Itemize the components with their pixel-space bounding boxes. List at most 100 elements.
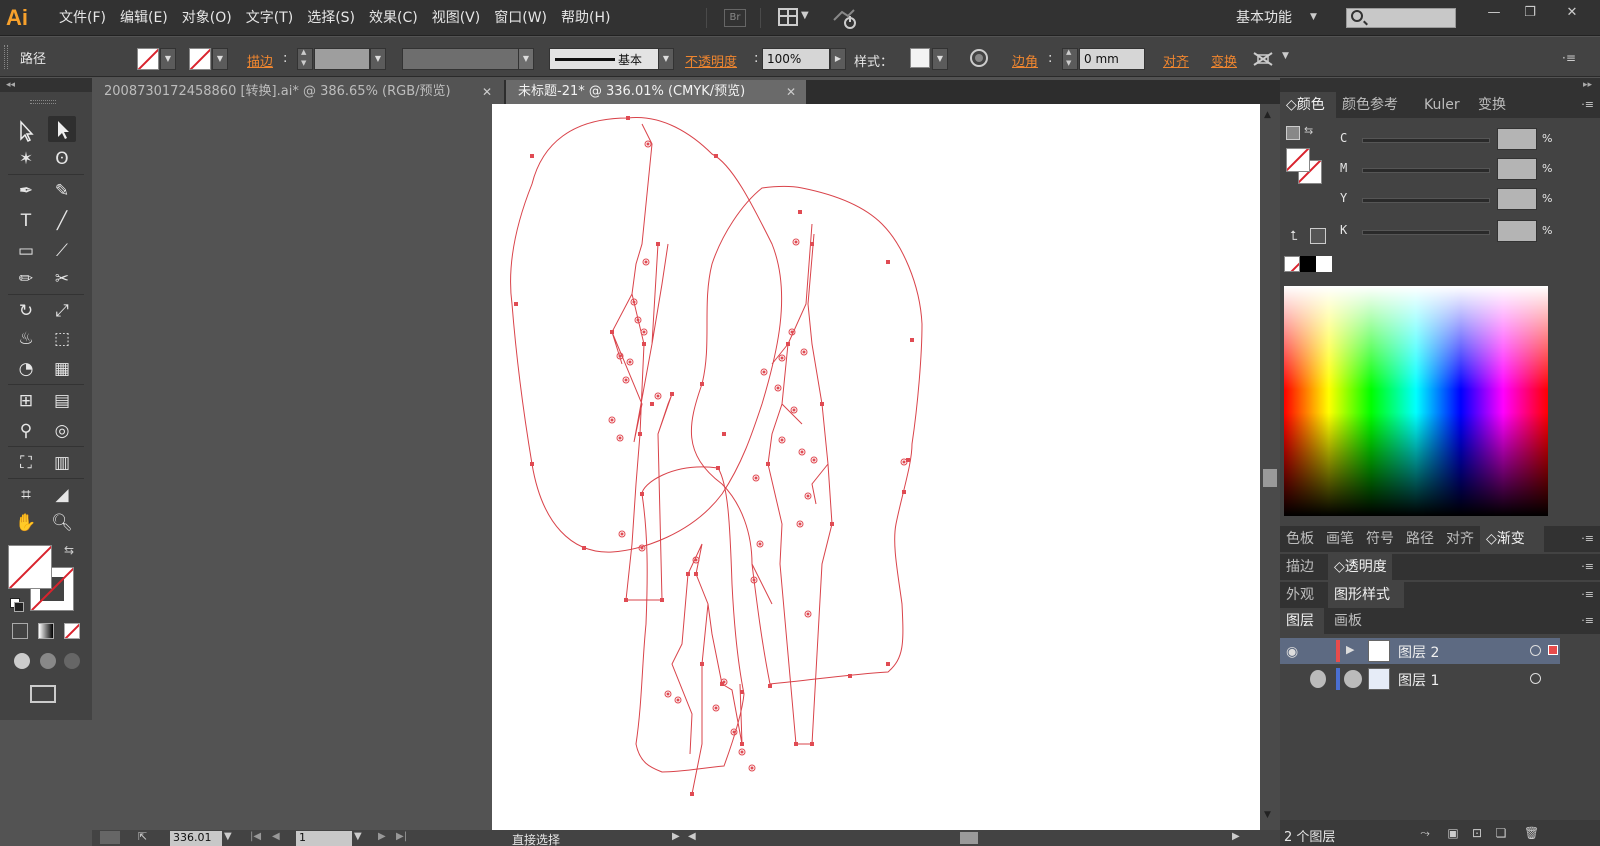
none-color-swatch[interactable] bbox=[1284, 256, 1300, 272]
swap-fill-stroke-icon[interactable]: ⇆ bbox=[1304, 124, 1313, 137]
tab-align[interactable]: 对齐 bbox=[1440, 526, 1474, 552]
tab-symbols[interactable]: 符号 bbox=[1360, 526, 1394, 552]
cyan-value-field[interactable] bbox=[1497, 128, 1537, 150]
blend-tool-icon[interactable]: ◎ bbox=[48, 418, 76, 444]
expand-triangle-icon[interactable] bbox=[1344, 670, 1362, 688]
artboard[interactable] bbox=[492, 104, 1278, 830]
fill-dropdown[interactable]: ▼ bbox=[160, 48, 176, 70]
scissors-tool-icon[interactable]: ✂ bbox=[48, 266, 76, 292]
menu-view[interactable]: 视图(V) bbox=[429, 0, 492, 36]
sync-settings-icon[interactable] bbox=[832, 6, 858, 30]
menu-file[interactable]: 文件(F) bbox=[56, 0, 117, 36]
document-tab-active[interactable]: 未标题-21* @ 336.01% (CMYK/预览) ✕ bbox=[506, 80, 806, 104]
rotate-tool-icon[interactable]: ↻ bbox=[12, 298, 40, 324]
tab-artboards[interactable]: 画板 bbox=[1328, 608, 1362, 634]
visibility-eye-icon[interactable]: ◉ bbox=[1286, 644, 1298, 660]
fill-color-box[interactable] bbox=[8, 545, 52, 589]
gradient-tool-icon[interactable]: ▤ bbox=[48, 388, 76, 414]
previous-artboard-icon[interactable]: ◀ bbox=[272, 831, 280, 842]
black-slider[interactable]: K % bbox=[1340, 220, 1590, 244]
type-tool-icon[interactable]: T bbox=[12, 208, 40, 234]
chevron-down-icon[interactable]: ▼ bbox=[801, 10, 809, 21]
panel-menu-icon[interactable]: ·≡ bbox=[1581, 588, 1594, 601]
anchor-point[interactable] bbox=[714, 154, 718, 158]
next-artboard-icon[interactable]: ▶ bbox=[378, 831, 386, 842]
brush-definition-field[interactable]: 基本 bbox=[549, 48, 659, 70]
zoom-level-field[interactable]: 336.01 bbox=[170, 831, 222, 846]
opacity-dropdown[interactable]: ▶ bbox=[830, 48, 846, 70]
artboard-dropdown-icon[interactable]: ▼ bbox=[354, 831, 362, 842]
magenta-slider[interactable]: M % bbox=[1340, 158, 1590, 182]
tab-transform[interactable]: 变换 bbox=[1472, 92, 1506, 118]
free-transform-tool-icon[interactable]: ⬚ bbox=[48, 326, 76, 352]
web-safe-swatch[interactable] bbox=[1310, 228, 1326, 244]
panel-menu-icon[interactable]: ·≡ bbox=[1562, 51, 1576, 65]
anchor-point[interactable] bbox=[640, 492, 644, 496]
selected-path-artwork[interactable] bbox=[492, 104, 1278, 830]
tab-graphic-styles[interactable]: 图形样式 bbox=[1328, 582, 1404, 608]
hand-tool-icon[interactable]: ✋ bbox=[12, 510, 40, 536]
corner-radius-stepper[interactable] bbox=[1062, 48, 1078, 70]
perspective-grid-tool-icon[interactable]: ▦ bbox=[48, 356, 76, 382]
yellow-slider[interactable]: Y % bbox=[1340, 188, 1590, 212]
anchor-point[interactable] bbox=[798, 210, 802, 214]
panel-menu-icon[interactable]: ·≡ bbox=[1581, 532, 1594, 545]
new-layer-icon[interactable]: ❏ bbox=[1494, 826, 1508, 840]
stroke-dropdown[interactable]: ▼ bbox=[212, 48, 228, 70]
rectangle-tool-icon[interactable]: ▭ bbox=[12, 238, 40, 264]
tab-stroke[interactable]: 描边 bbox=[1280, 554, 1314, 580]
tab-layers[interactable]: 图层 bbox=[1280, 608, 1324, 634]
cyan-slider[interactable]: C % bbox=[1340, 128, 1590, 152]
minimize-button[interactable]: — bbox=[1478, 2, 1510, 24]
anchor-point[interactable] bbox=[514, 302, 518, 306]
slice-tool-icon[interactable]: ◢ bbox=[48, 482, 76, 508]
color-mode-button[interactable] bbox=[12, 623, 28, 639]
anchor-point[interactable] bbox=[530, 154, 534, 158]
none-fill-mini-icon[interactable] bbox=[1286, 126, 1300, 140]
transform-link[interactable]: 变换 bbox=[1211, 51, 1237, 70]
anchor-point[interactable] bbox=[626, 116, 630, 120]
tab-pathfinder[interactable]: 路径 bbox=[1400, 526, 1434, 552]
magic-wand-tool-icon[interactable]: ✶ bbox=[12, 146, 40, 172]
anchor-point[interactable] bbox=[886, 260, 890, 264]
screen-mode-icon[interactable] bbox=[30, 685, 56, 703]
recolor-artwork-icon[interactable] bbox=[970, 49, 988, 67]
anchor-point[interactable] bbox=[624, 598, 628, 602]
draw-normal-icon[interactable] bbox=[14, 653, 30, 669]
artboard-tool-icon[interactable]: ⌗ bbox=[12, 482, 40, 508]
gradient-mode-button[interactable] bbox=[38, 623, 54, 639]
anchor-point[interactable] bbox=[638, 432, 642, 436]
slider-track[interactable] bbox=[1362, 168, 1490, 173]
out-of-gamut-icon[interactable]: ⮤ bbox=[1290, 229, 1298, 244]
selection-indicator[interactable] bbox=[1548, 645, 1558, 655]
corner-link[interactable]: 边角 bbox=[1012, 51, 1038, 70]
menu-object[interactable]: 对象(O) bbox=[179, 0, 243, 36]
anchor-point[interactable] bbox=[670, 392, 674, 396]
anchor-point[interactable] bbox=[686, 572, 690, 576]
paintbrush-tool-icon[interactable]: ⟋ bbox=[48, 238, 76, 264]
stroke-weight-dropdown[interactable]: ▼ bbox=[370, 48, 386, 70]
menu-type[interactable]: 文字(T) bbox=[243, 0, 304, 36]
share-icon[interactable]: ⇱ bbox=[138, 830, 147, 843]
scroll-thumb[interactable] bbox=[1263, 469, 1277, 487]
last-artboard-icon[interactable]: ▶| bbox=[396, 831, 407, 842]
vertical-scrollbar[interactable]: ▲ ▼ bbox=[1260, 104, 1280, 830]
anchor-point[interactable] bbox=[582, 546, 586, 550]
new-sublayer-icon[interactable]: ⊡ bbox=[1470, 826, 1484, 840]
layer-name[interactable]: 图层 1 bbox=[1398, 670, 1439, 690]
zoom-dropdown-icon[interactable]: ▼ bbox=[224, 831, 232, 842]
anchor-point[interactable] bbox=[766, 462, 770, 466]
black-value-field[interactable] bbox=[1497, 220, 1537, 242]
panel-menu-icon[interactable]: ·≡ bbox=[1581, 98, 1594, 111]
tab-brushes[interactable]: 画笔 bbox=[1320, 526, 1354, 552]
menu-select[interactable]: 选择(S) bbox=[304, 0, 366, 36]
default-colors-icon[interactable] bbox=[10, 598, 24, 612]
tab-color[interactable]: ◇颜色 bbox=[1280, 92, 1336, 118]
anchor-point[interactable] bbox=[650, 402, 654, 406]
corner-radius-field[interactable]: 0 mm bbox=[1079, 48, 1145, 70]
scale-tool-icon[interactable]: ⤢ bbox=[48, 298, 76, 324]
stroke-weight-stepper[interactable] bbox=[297, 48, 313, 70]
panel-collapse-strip[interactable]: ▸▸ bbox=[1280, 78, 1600, 92]
color-panel-fill-swatch[interactable] bbox=[1286, 148, 1310, 172]
direct-selection-tool-icon[interactable] bbox=[48, 116, 76, 142]
